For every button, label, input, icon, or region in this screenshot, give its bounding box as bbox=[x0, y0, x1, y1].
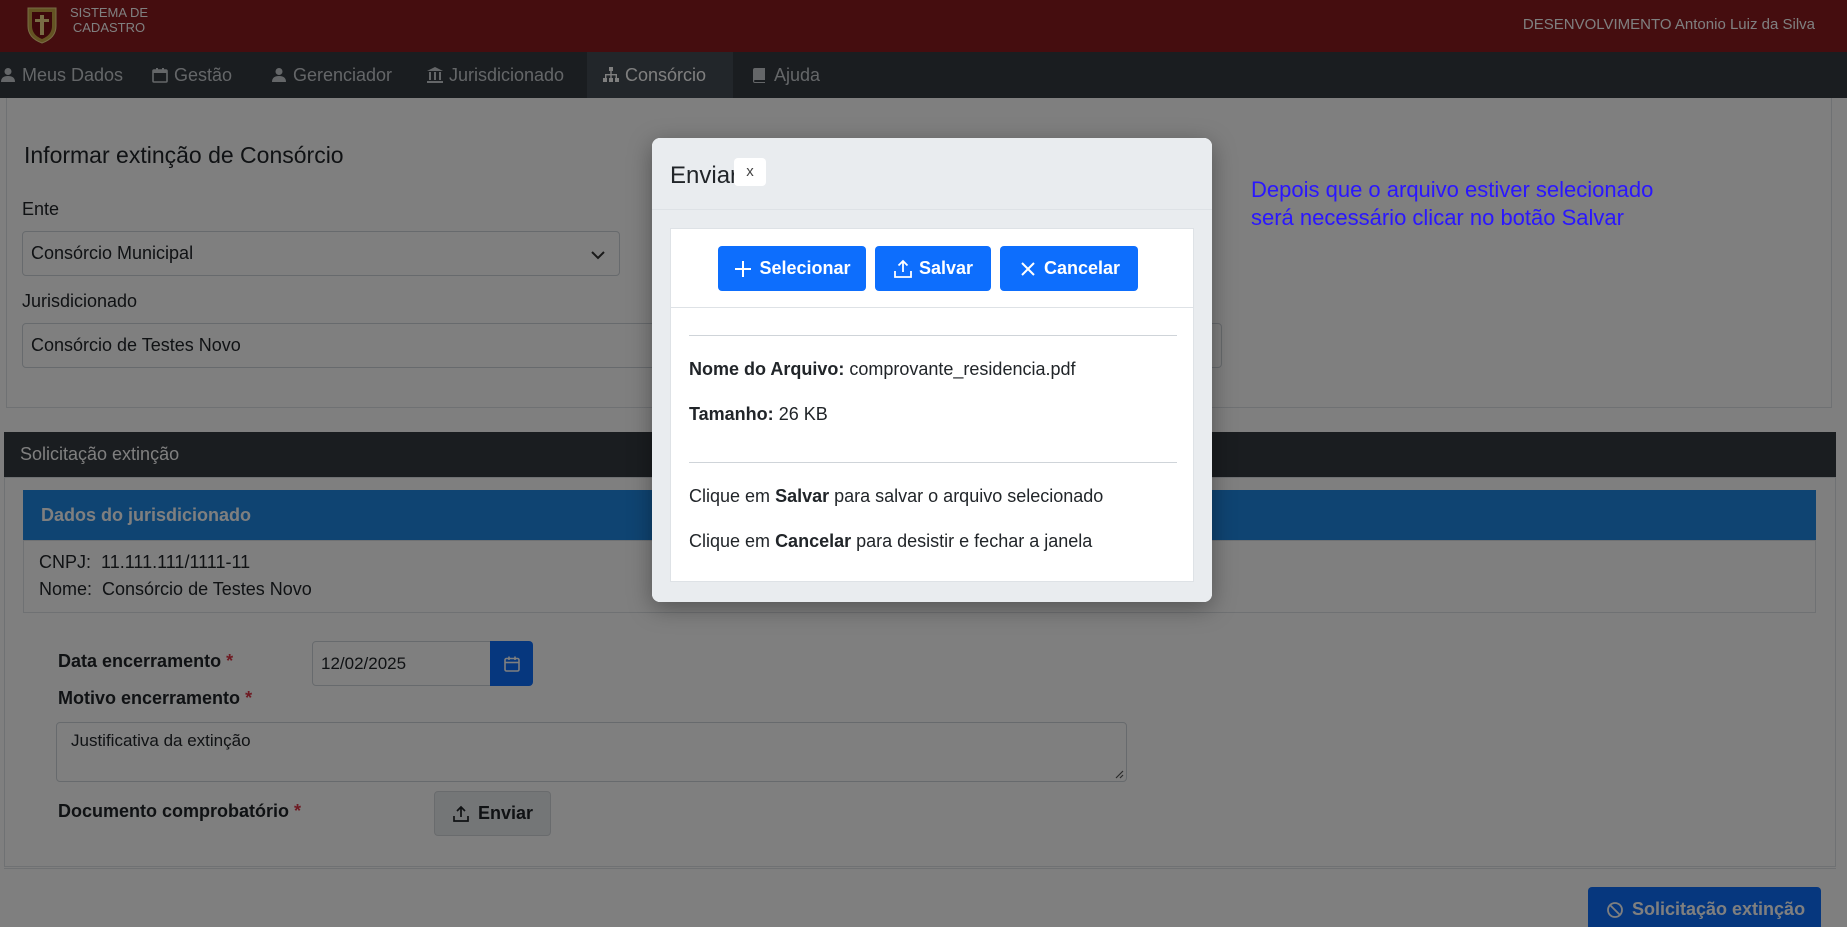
modal-close-button[interactable]: x bbox=[734, 158, 766, 186]
file-name-value: comprovante_residencia.pdf bbox=[849, 359, 1076, 379]
modal-title: Enviar bbox=[670, 162, 739, 189]
hint-text: para desistir e fechar a janela bbox=[856, 531, 1093, 551]
hint-salvar: Clique em Salvar para salvar o arquivo s… bbox=[689, 486, 1103, 507]
hint-text: Clique em bbox=[689, 486, 771, 506]
selecionar-label: Selecionar bbox=[759, 258, 851, 278]
file-name-line: Nome do Arquivo: comprovante_residencia.… bbox=[689, 359, 1076, 380]
upload-modal: Enviar x Selecionar Salvar Cancelar Nome… bbox=[652, 138, 1212, 602]
salvar-label: Salvar bbox=[918, 258, 974, 278]
cancelar-label: Cancelar bbox=[1043, 258, 1121, 278]
instruction-note-line-1: Depois que o arquivo estiver selecionado bbox=[1251, 177, 1654, 202]
hint-bold: Salvar bbox=[775, 486, 830, 506]
selecionar-button[interactable]: Selecionar bbox=[718, 246, 866, 291]
modal-body: Selecionar Salvar Cancelar Nome do Arqui… bbox=[652, 210, 1212, 602]
cancelar-button[interactable]: Cancelar bbox=[1000, 246, 1138, 291]
upload-icon bbox=[894, 259, 912, 278]
hint-text: para salvar o arquivo selecionado bbox=[834, 486, 1104, 506]
hint-bold: Cancelar bbox=[775, 531, 852, 551]
divider bbox=[689, 462, 1177, 463]
file-size-value: 26 KB bbox=[778, 404, 828, 424]
instruction-note-line-2: será necessário clicar no botão Salvar bbox=[1251, 205, 1624, 230]
file-size-line: Tamanho: 26 KB bbox=[689, 404, 828, 425]
upload-toolbar: Selecionar Salvar Cancelar bbox=[670, 228, 1194, 307]
salvar-button[interactable]: Salvar bbox=[875, 246, 991, 291]
close-icon bbox=[1021, 261, 1035, 276]
file-size-label: Tamanho: bbox=[689, 404, 774, 424]
modal-header: Enviar x bbox=[652, 138, 1212, 210]
hint-text: Clique em bbox=[689, 531, 771, 551]
divider bbox=[689, 335, 1177, 336]
file-details: Nome do Arquivo: comprovante_residencia.… bbox=[670, 307, 1194, 582]
hint-cancelar: Clique em Cancelar para desistir e fecha… bbox=[689, 531, 1092, 552]
instruction-note: Depois que o arquivo estiver selecionado… bbox=[1251, 176, 1653, 232]
plus-icon bbox=[735, 260, 752, 277]
file-name-label: Nome do Arquivo: bbox=[689, 359, 845, 379]
